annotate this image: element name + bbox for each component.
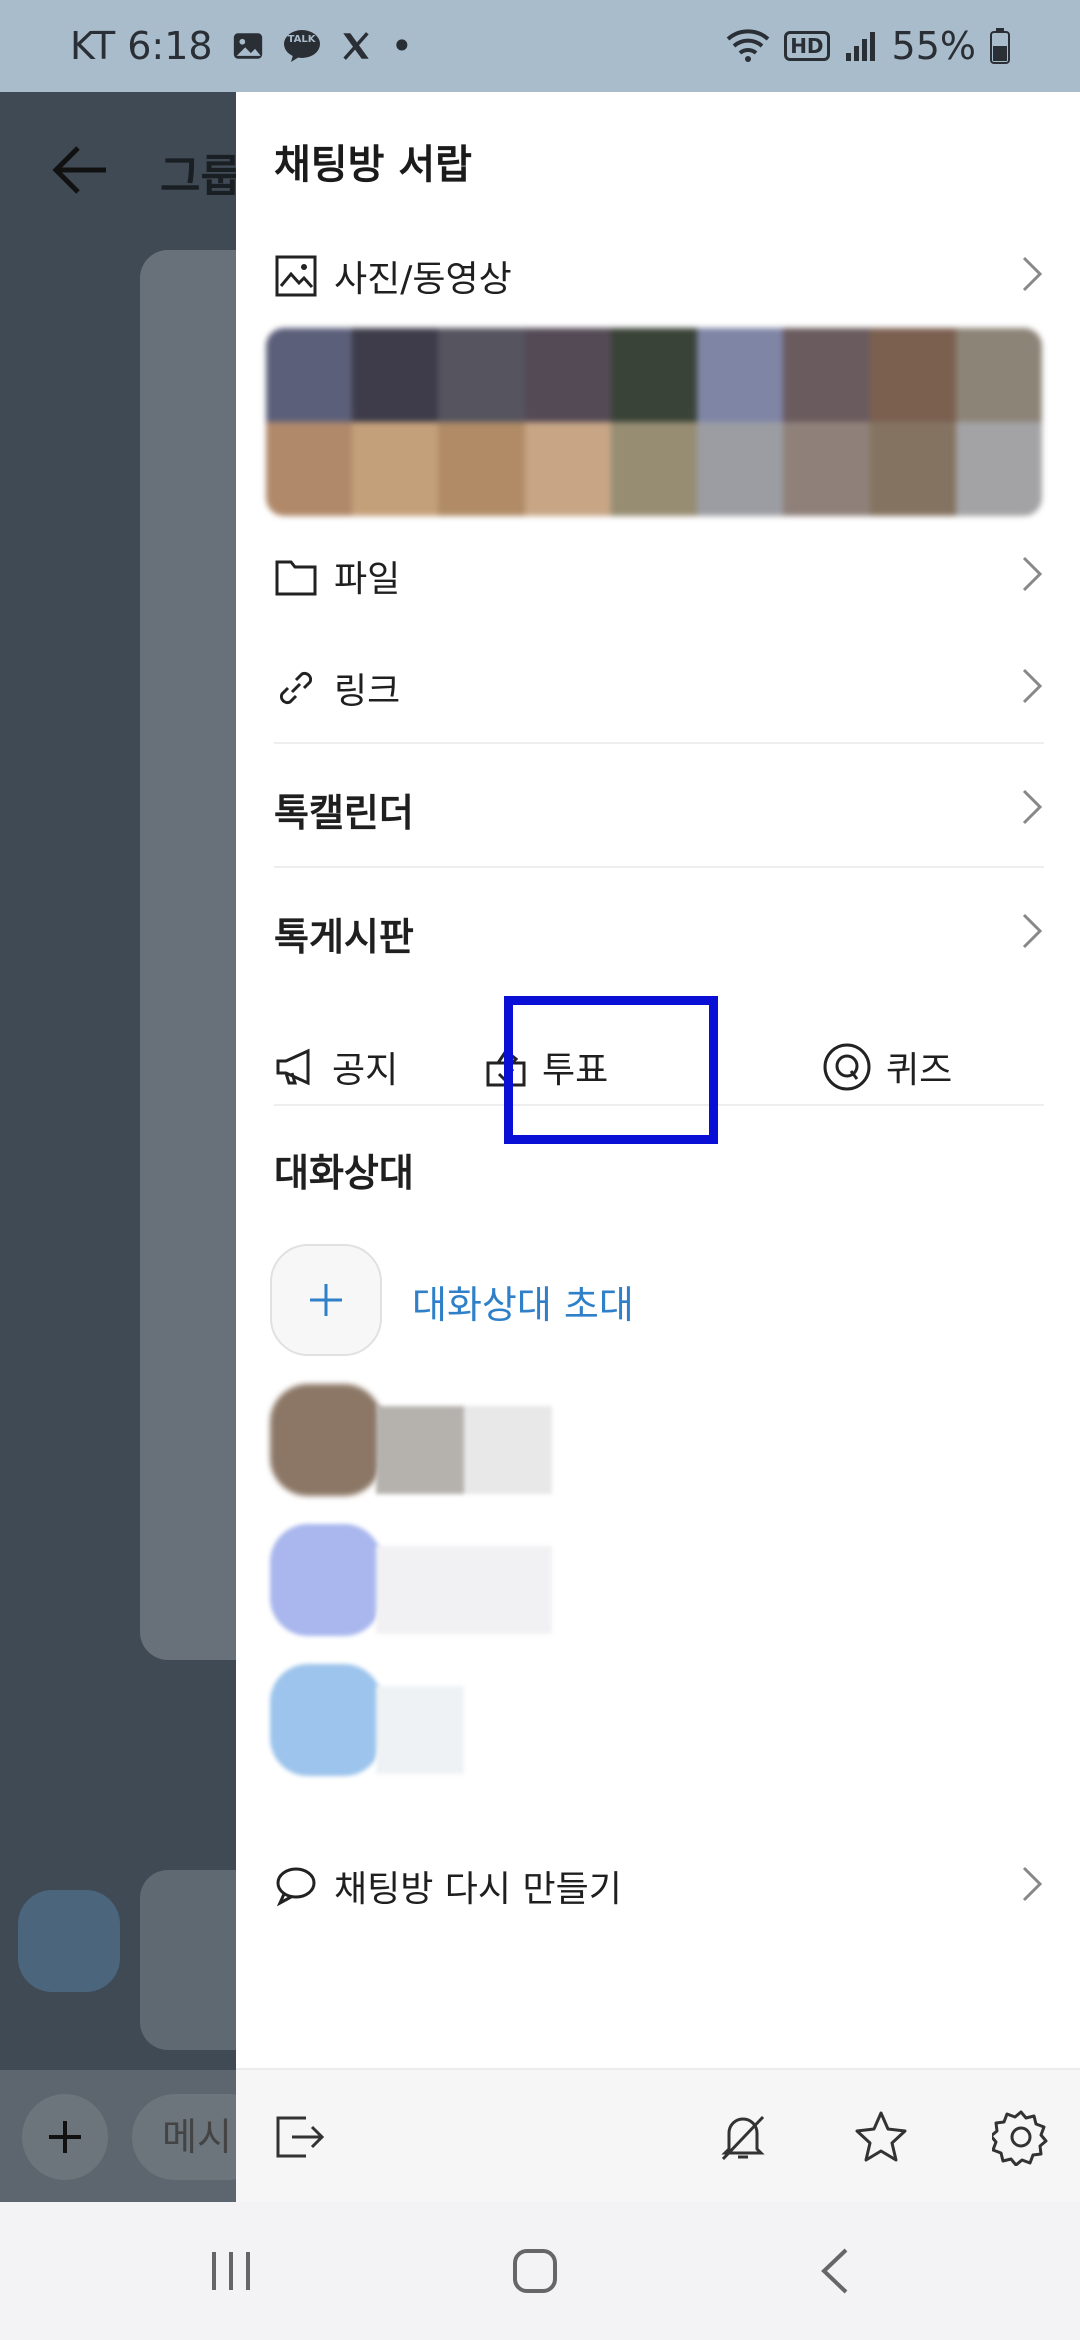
divider [274, 866, 1044, 868]
star-icon[interactable] [850, 2106, 912, 2168]
divider [274, 742, 1044, 744]
talk-calendar-label: 톡캘린더 [274, 790, 414, 835]
more-notifications-dot: • [390, 24, 414, 68]
notice-button[interactable]: 공지 [274, 1041, 398, 1093]
chevron-right-icon [1020, 787, 1044, 831]
chevron-right-icon [1020, 254, 1044, 298]
members-section-label: 대화상대 [274, 1150, 414, 1195]
home-icon[interactable] [500, 2236, 570, 2306]
battery-percent: 55% [891, 24, 976, 68]
notice-label: 공지 [332, 1050, 399, 1091]
member-avatar[interactable] [270, 1524, 382, 1636]
folder-icon [274, 554, 318, 598]
drawer-bottom-bar [236, 2068, 1080, 2202]
recent-apps-icon[interactable] [196, 2236, 266, 2306]
exit-icon[interactable] [268, 2106, 330, 2168]
plus-icon[interactable] [22, 2094, 108, 2180]
member-name-blurred[interactable] [376, 1546, 552, 1634]
talk-board-label: 톡게시판 [274, 914, 414, 959]
x-notification-icon [339, 29, 373, 63]
quiz-q-icon [822, 1042, 872, 1092]
wifi-icon [726, 29, 770, 63]
megaphone-icon [274, 1045, 318, 1089]
recreate-chat-label: 채팅방 다시 만들기 [334, 1869, 622, 1910]
file-label: 파일 [334, 559, 401, 600]
drawer-title: 채팅방 서랍 [274, 142, 472, 188]
chevron-right-icon [1020, 1864, 1044, 1908]
member-name-blurred[interactable] [376, 1406, 552, 1494]
invite-plus-button[interactable] [270, 1244, 382, 1356]
chevron-right-icon [1020, 666, 1044, 710]
media-row[interactable]: 사진/동영상 [274, 244, 1044, 308]
vote-highlight-box [504, 996, 718, 1144]
chat-bubble-icon [274, 1864, 318, 1908]
hd-badge-text: HD [790, 34, 824, 58]
carrier-time: KT 6:18 [70, 24, 213, 68]
media-label: 사진/동영상 [334, 259, 512, 300]
hd-voice-icon: HD [784, 31, 830, 61]
quiz-button[interactable]: 퀴즈 [822, 1041, 952, 1093]
link-icon [274, 666, 318, 710]
back-arrow-icon[interactable] [50, 140, 110, 200]
talk-board-row[interactable]: 톡게시판 [274, 896, 1044, 970]
back-icon[interactable] [802, 2236, 872, 2306]
media-thumbnails-blurred[interactable] [266, 328, 1042, 516]
link-label: 링크 [334, 671, 401, 712]
file-row[interactable]: 파일 [274, 544, 1044, 608]
link-row[interactable]: 링크 [274, 656, 1044, 720]
member-avatar[interactable] [270, 1664, 382, 1776]
plus-icon [310, 1284, 342, 1316]
battery-icon [990, 28, 1010, 64]
signal-icon [844, 29, 878, 63]
kakaotalk-notification-icon: TALK [283, 29, 321, 63]
chat-title-fragment: 그룹 [160, 151, 241, 202]
gear-icon[interactable] [990, 2106, 1052, 2168]
bell-off-icon[interactable] [712, 2106, 774, 2168]
member-avatar[interactable] [270, 1384, 382, 1496]
quiz-label: 퀴즈 [886, 1050, 953, 1091]
gallery-notification-icon [231, 29, 265, 63]
chat-drawer: 채팅방 서랍 사진/동영상 파일 링크 톡캘린더 톡게시판 공지 투표 퀴즈 대… [236, 92, 1080, 2202]
background-avatar [18, 1890, 120, 1992]
talk-calendar-row[interactable]: 톡캘린더 [274, 772, 1044, 846]
chevron-right-icon [1020, 554, 1044, 598]
system-navigation-bar [0, 2202, 1080, 2340]
member-name-blurred[interactable] [376, 1686, 464, 1774]
recreate-chat-row[interactable]: 채팅방 다시 만들기 [274, 1854, 1044, 1918]
chevron-right-icon [1020, 911, 1044, 955]
invite-label[interactable]: 대화상대 초대 [412, 1274, 634, 1329]
status-bar: KT 6:18 TALK • HD 55% [0, 0, 1080, 92]
talk-badge-text: TALK [287, 34, 316, 45]
image-icon [274, 254, 318, 298]
